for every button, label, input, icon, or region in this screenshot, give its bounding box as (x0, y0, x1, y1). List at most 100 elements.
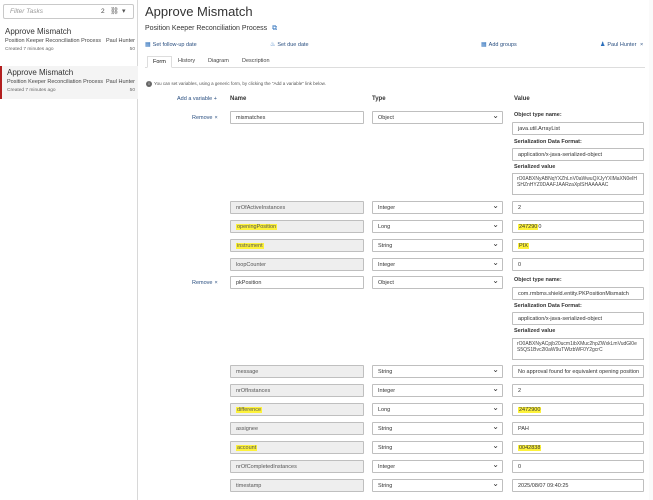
close-icon: × (214, 280, 218, 286)
remove-variable-link[interactable]: Remove × (192, 115, 218, 121)
variable-value-input[interactable]: 0 (512, 460, 644, 473)
variable-type-select[interactable]: Integer (372, 384, 503, 397)
serialized-value-label: Serialized value (514, 328, 556, 334)
serialized-value-label: Serialized value (514, 164, 556, 170)
variable-value-input[interactable]: 2 (512, 201, 644, 214)
highlight-marker: difference (236, 407, 263, 413)
variable-name-input: timestamp (230, 479, 364, 492)
variable-type-select[interactable]: String (372, 479, 503, 492)
info-icon: i (146, 81, 152, 87)
task-process: Position Keeper Reconciliation Process (7, 79, 103, 85)
object-type-label: Object type name: (514, 112, 562, 118)
object-type-input[interactable]: com.rmbms.shield.entity.PKPositionMismat… (512, 287, 644, 300)
object-type-label: Object type name: (514, 277, 562, 283)
tab-form[interactable]: Form (147, 56, 172, 68)
variable-name-input: loopCounter (230, 258, 364, 271)
task-priority: 50 (129, 88, 135, 93)
variable-name-input: account (230, 441, 364, 454)
column-name: Name (230, 96, 247, 102)
calendar-icon: ▦ (145, 42, 151, 48)
close-icon: × (214, 115, 218, 121)
serialized-value-textarea[interactable]: rO0ABXNyABNqYXZhLnV0aWwuQXJyYXlMaXN0eIHS… (512, 173, 644, 195)
highlight-marker: PIX (518, 243, 529, 249)
variable-type-select[interactable]: String (372, 422, 503, 435)
variable-type-select[interactable]: Integer (372, 201, 503, 214)
variable-value-input[interactable]: 2025/08/07 09:40:25 (512, 479, 644, 492)
groups-icon: ▦ (481, 42, 487, 48)
task-process: Position Keeper Reconciliation Process (5, 38, 101, 44)
user-icon: ♟ (600, 42, 606, 48)
tab-diagram[interactable]: Diagram (207, 58, 230, 64)
variable-type-select[interactable]: String (372, 239, 503, 252)
variable-name-input: message (230, 365, 364, 378)
highlight-marker: instrument (236, 243, 264, 249)
task-count: 2 (101, 8, 105, 15)
task-created: Created 7 minutes ago (7, 88, 56, 93)
tab-history[interactable]: History (177, 58, 196, 64)
plus-icon: + (213, 96, 217, 102)
variable-name-input: difference (230, 403, 364, 416)
serialization-format-label: Serialization Data Format: (514, 303, 582, 309)
task-list-item[interactable]: Approve Mismatch Position Keeper Reconci… (0, 25, 138, 58)
sort-icon[interactable]: ▾ (122, 7, 126, 15)
process-name: Position Keeper Reconciliation Process ⧉ (145, 25, 277, 33)
task-list-item-selected[interactable]: Approve Mismatch Position Keeper Reconci… (0, 66, 138, 99)
variable-type-select[interactable]: Long (372, 220, 503, 233)
highlight-marker: 247290 (518, 224, 539, 230)
scrollbar[interactable] (649, 0, 653, 500)
filter-tasks-input[interactable]: Filter Tasks 2 ⛓ ▾ (3, 4, 134, 19)
task-detail-panel: Approve Mismatch Position Keeper Reconci… (139, 0, 653, 500)
variable-name-input: nrOfActiveInstances (230, 201, 364, 214)
serialization-format-input[interactable]: application/x-java-serialized-object (512, 148, 644, 161)
variable-value-input[interactable]: 2472900 (512, 403, 644, 416)
highlight-marker: openingPosition (236, 224, 278, 230)
set-follow-up-button[interactable]: ▦ Set follow-up date (145, 41, 197, 48)
variable-value-input[interactable]: PIX (512, 239, 644, 252)
external-link-icon[interactable]: ⧉ (272, 25, 277, 32)
process-label: Position Keeper Reconciliation Process (145, 25, 268, 32)
variable-type-select[interactable]: Integer (372, 258, 503, 271)
filter-placeholder: Filter Tasks (10, 8, 43, 15)
variable-value-input[interactable]: 2472900 (512, 220, 644, 233)
variable-type-select[interactable]: String (372, 365, 503, 378)
serialization-format-label: Serialization Data Format: (514, 139, 582, 145)
variable-type-select[interactable]: Object (372, 276, 503, 289)
serialized-value-textarea[interactable]: rO0ABXNyACpjb20ucm1ibXMuc2hpZWxkLmVudGl0… (512, 338, 644, 360)
highlight-marker: 0042838 (518, 445, 542, 451)
variable-value-input[interactable]: 0042838 (512, 441, 644, 454)
task-assignee: Paul Hunter (105, 79, 135, 85)
variable-value-input[interactable]: PAH (512, 422, 644, 435)
variable-type-select[interactable]: Object (372, 111, 503, 124)
variable-value-input[interactable]: 2 (512, 384, 644, 397)
variable-name-input: assignee (230, 422, 364, 435)
variable-name-input: nrOfCompletedInstances (230, 460, 364, 473)
variable-name-input[interactable]: mismatches (230, 111, 364, 124)
variable-value-input[interactable]: 0 (512, 258, 644, 271)
object-type-input[interactable]: java.util.ArrayList (512, 122, 644, 135)
variable-type-select[interactable]: Long (372, 403, 503, 416)
add-groups-button[interactable]: ▦ Add groups (481, 41, 517, 48)
variable-name-input: instrument (230, 239, 364, 252)
variable-type-select[interactable]: Integer (372, 460, 503, 473)
column-value: Value (514, 96, 530, 102)
variable-name-input: nrOfInstances (230, 384, 364, 397)
link-icon[interactable]: ⛓ (110, 7, 119, 15)
column-type: Type (372, 96, 386, 102)
tab-description[interactable]: Description (241, 58, 271, 64)
assignee-user[interactable]: ♟ Paul Hunter × (600, 41, 643, 48)
task-assignee: Paul Hunter (105, 38, 135, 44)
add-variable-link[interactable]: Add a variable + (177, 96, 217, 102)
unclaim-close-icon[interactable]: × (640, 42, 643, 48)
page-title: Approve Mismatch (145, 4, 253, 19)
variable-name-input[interactable]: pkPosition (230, 276, 364, 289)
task-title: Approve Mismatch (5, 27, 72, 36)
variable-value-input[interactable]: No approval found for equivalent opening… (512, 365, 644, 378)
serialization-format-input[interactable]: application/x-java-serialized-object (512, 312, 644, 325)
task-priority: 50 (129, 47, 135, 52)
task-title: Approve Mismatch (7, 68, 74, 77)
variable-type-select[interactable]: String (372, 441, 503, 454)
remove-variable-link[interactable]: Remove × (192, 280, 218, 286)
task-list-panel: Filter Tasks 2 ⛓ ▾ Approve Mismatch Posi… (0, 0, 138, 500)
set-due-date-button[interactable]: ♨ Set due date (270, 41, 309, 48)
highlight-marker: 2472900 (518, 407, 542, 413)
